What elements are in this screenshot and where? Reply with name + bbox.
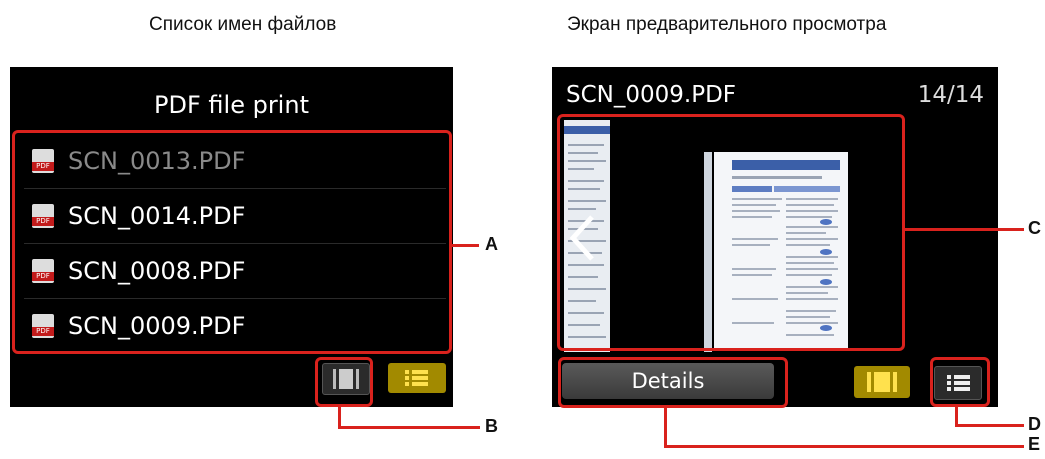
callout-b: B [485, 416, 498, 436]
callout-e-line-v [664, 405, 667, 448]
callout-b-line-v [338, 404, 341, 428]
file-list-caption: Список имен файлов [149, 14, 337, 35]
callout-c: C [1028, 218, 1041, 238]
page-counter: 14/14 [917, 82, 984, 108]
callout-e: E [1028, 434, 1041, 454]
preview-button-highlight [315, 357, 373, 407]
details-button-highlight [558, 357, 788, 408]
list-view-button[interactable] [388, 363, 446, 393]
screen-title: PDF file print [154, 91, 309, 119]
file-list-highlight [12, 130, 452, 354]
preview-view-button[interactable] [854, 366, 910, 398]
callout-d-line-v [955, 404, 958, 426]
callout-b-line-h [338, 426, 480, 429]
callout-c-line [902, 228, 1024, 231]
preview-file-name: SCN_0009.PDF [566, 82, 737, 108]
preview-view-icon [867, 372, 897, 392]
list-button-highlight [930, 357, 990, 407]
callout-d-line-h [955, 424, 1024, 427]
callout-a-line [449, 244, 479, 247]
callout-d: D [1028, 414, 1041, 434]
preview-area-highlight [557, 114, 905, 351]
list-view-icon [405, 370, 428, 386]
callout-e-line-h [664, 445, 1024, 448]
callout-a: A [485, 234, 498, 254]
preview-caption: Экран предварительного просмотра [567, 14, 887, 35]
